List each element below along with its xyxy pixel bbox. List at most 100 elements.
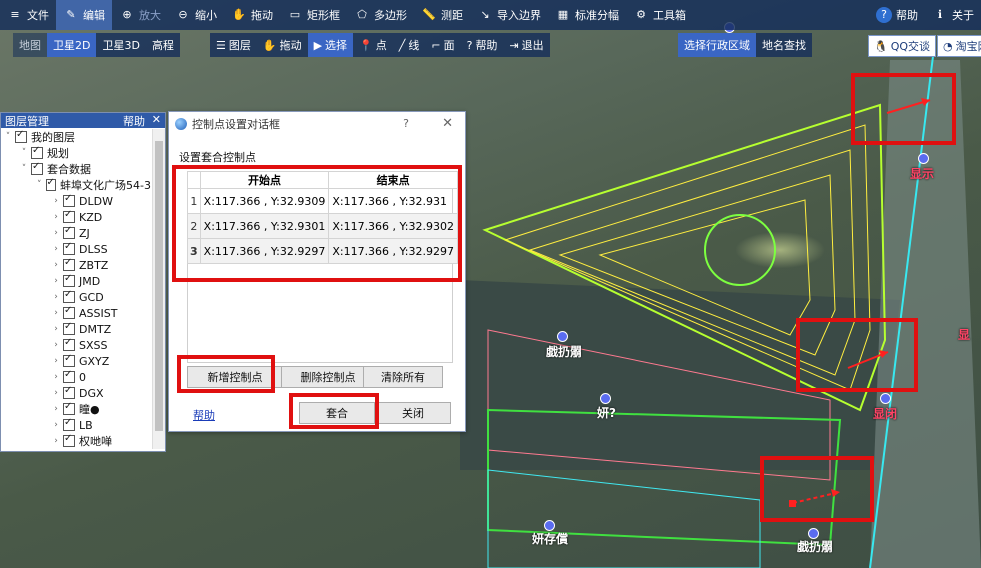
layer-tree-item[interactable]: › ASSIST <box>1 305 151 321</box>
toolbox-button[interactable]: ⚙ 工具箱 <box>626 0 693 30</box>
layer-tree-item[interactable]: › JMD <box>1 273 151 289</box>
layer-tree-item[interactable]: ˅ 规划 <box>1 145 151 161</box>
layer-checkbox[interactable] <box>63 369 75 383</box>
layer-checkbox[interactable] <box>63 401 75 415</box>
scrollbar[interactable] <box>152 129 165 449</box>
pan-button[interactable]: ✋ 拖动 <box>224 0 280 30</box>
close-button[interactable]: 关闭 <box>375 402 451 424</box>
layer-checkbox[interactable] <box>45 177 57 191</box>
chevron-right-icon[interactable]: › <box>51 340 61 350</box>
layer-checkbox[interactable] <box>63 273 75 287</box>
layer-checkbox[interactable] <box>63 209 75 223</box>
map-pin[interactable] <box>880 393 891 404</box>
chevron-right-icon[interactable]: › <box>51 388 61 398</box>
layer-tree-item[interactable]: › ZBTZ <box>1 257 151 273</box>
layer-tree-item[interactable]: › 瞳● <box>1 401 151 417</box>
layer-checkbox[interactable] <box>63 417 75 431</box>
chevron-right-icon[interactable]: › <box>51 260 61 270</box>
help-icon[interactable]: ? <box>403 117 409 130</box>
chevron-right-icon[interactable]: › <box>51 436 61 446</box>
layer-checkbox[interactable] <box>63 337 75 351</box>
layer-tree-item[interactable]: › DLSS <box>1 241 151 257</box>
chevron-right-icon[interactable]: › <box>51 196 61 206</box>
place-search-button[interactable]: 地名查找 <box>756 33 812 57</box>
layer-checkbox[interactable] <box>63 193 75 207</box>
layer-tree-item[interactable]: ›0 <box>1 369 151 385</box>
qq-chat-button[interactable]: 🐧 QQ交谈 <box>868 35 937 57</box>
clear-all-button[interactable]: 清除所有 <box>363 366 443 388</box>
point-button[interactable]: 📍 点 <box>353 33 393 57</box>
chevron-right-icon[interactable]: › <box>51 356 61 366</box>
layer-checkbox[interactable] <box>63 225 75 239</box>
chevron-down-icon[interactable]: ˅ <box>3 132 13 142</box>
layer-tree-item[interactable]: › 权哋啴 <box>1 433 151 449</box>
layer-tree-item[interactable]: › ZJ <box>1 225 151 241</box>
chevron-right-icon[interactable]: › <box>51 244 61 254</box>
drag-button[interactable]: ✋ 拖动 <box>256 33 308 57</box>
layer-checkbox[interactable] <box>63 433 75 447</box>
layer-checkbox[interactable] <box>63 257 75 271</box>
chevron-right-icon[interactable]: › <box>51 308 61 318</box>
chevron-right-icon[interactable]: › <box>51 404 61 414</box>
taobao-button[interactable]: ◔淘宝网 <box>937 35 981 57</box>
layer-tree-item[interactable]: › KZD <box>1 209 151 225</box>
delete-control-point-button[interactable]: 删除控制点 <box>281 366 375 388</box>
help-button[interactable]: ? 帮助 <box>460 33 504 57</box>
chevron-down-icon[interactable]: ˅ <box>19 148 29 158</box>
chevron-right-icon[interactable]: › <box>51 324 61 334</box>
select-button[interactable]: ▶ 选择 <box>307 33 354 57</box>
layer-checkbox[interactable] <box>63 289 75 303</box>
layer-checkbox[interactable] <box>15 129 27 143</box>
layer-tree-item[interactable]: › SXSS <box>1 337 151 353</box>
layer-tree-item[interactable]: ˅ 我的图层 <box>1 129 151 145</box>
chevron-down-icon[interactable]: ˅ <box>35 180 44 190</box>
tab-map[interactable]: 地图 <box>13 33 47 57</box>
help-button[interactable]: ? 帮助 <box>869 0 925 30</box>
layer-tree-item[interactable]: › GXYZ <box>1 353 151 369</box>
chevron-right-icon[interactable]: › <box>51 292 61 302</box>
tab-satellite-3d[interactable]: 卫星3D <box>96 33 146 57</box>
scrollbar-thumb[interactable] <box>155 141 163 431</box>
layer-tree-item[interactable]: › GCD <box>1 289 151 305</box>
measure-button[interactable]: 📏 测距 <box>414 0 470 30</box>
zoom-out-button[interactable]: ⊖ 缩小 <box>168 0 224 30</box>
standard-sheet-button[interactable]: ▦ 标准分幅 <box>548 0 626 30</box>
layer-checkbox[interactable] <box>63 385 75 399</box>
close-icon[interactable]: ✕ <box>152 113 161 126</box>
area-button[interactable]: ⌐ 面 <box>425 33 461 57</box>
chevron-right-icon[interactable]: › <box>51 212 61 222</box>
map-pin[interactable] <box>600 393 611 404</box>
map-pin[interactable] <box>918 153 929 164</box>
chevron-right-icon[interactable]: › <box>51 276 61 286</box>
dialog-help-link[interactable]: 帮助 <box>193 407 215 423</box>
chevron-right-icon[interactable]: › <box>51 228 61 238</box>
layer-checkbox[interactable] <box>31 161 43 175</box>
import-boundary-button[interactable]: ↘ 导入边界 <box>470 0 548 30</box>
layer-checkbox[interactable] <box>63 241 75 255</box>
layers-button[interactable]: ☰ 图层 <box>210 33 257 57</box>
layer-panel-help-link[interactable]: 帮助 <box>123 113 145 129</box>
layer-checkbox[interactable] <box>63 305 75 319</box>
tab-elevation[interactable]: 高程 <box>145 33 180 57</box>
layer-tree-item[interactable]: › LB <box>1 417 151 433</box>
chevron-right-icon[interactable]: › <box>51 420 61 430</box>
layer-tree-item[interactable]: › DMTZ <box>1 321 151 337</box>
rectangle-button[interactable]: ▭ 矩形框 <box>280 0 347 30</box>
about-button[interactable]: ℹ 关于 <box>925 0 981 30</box>
edit-button[interactable]: ✎ 编辑 <box>56 0 112 30</box>
line-button[interactable]: ╱ 线 <box>392 33 426 57</box>
layer-checkbox[interactable] <box>63 321 75 335</box>
layer-checkbox[interactable] <box>63 353 75 367</box>
chevron-right-icon[interactable]: › <box>51 372 61 382</box>
tab-satellite-2d[interactable]: 卫星2D <box>47 33 97 57</box>
layer-tree-item[interactable]: ˅ 蚌埠文化广场54-3 <box>1 177 151 193</box>
map-pin[interactable] <box>557 331 568 342</box>
layer-tree-item[interactable]: › DLDW <box>1 193 151 209</box>
layer-tree-item[interactable]: › DGX <box>1 385 151 401</box>
polygon-button[interactable]: ⬠ 多边形 <box>347 0 414 30</box>
chevron-down-icon[interactable]: ˅ <box>19 164 29 174</box>
layer-tree-item[interactable]: ˅ 套合数据 <box>1 161 151 177</box>
exit-button[interactable]: ⇥ 退出 <box>503 33 550 57</box>
close-icon[interactable]: ✕ <box>442 116 453 131</box>
zoom-in-button[interactable]: ⊕ 放大 <box>112 0 168 30</box>
